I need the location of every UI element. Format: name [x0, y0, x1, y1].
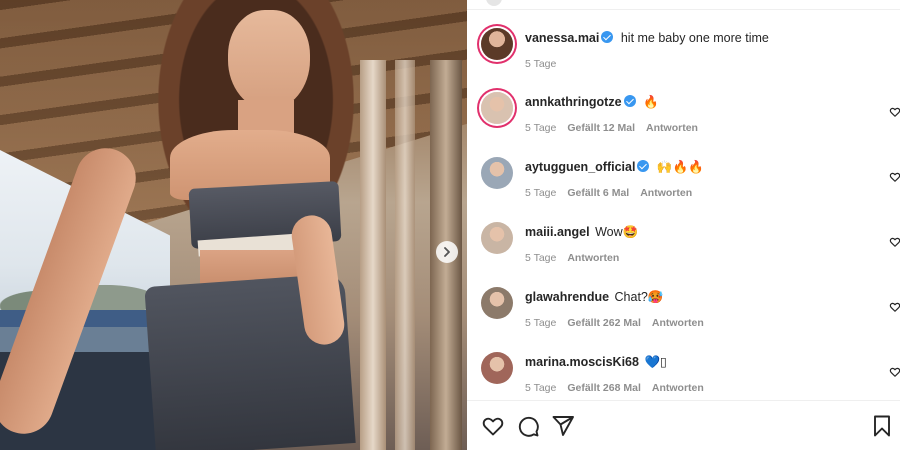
verified-badge-icon [601, 31, 614, 43]
comment-likes[interactable]: Gefällt 12 Mal [567, 122, 635, 134]
caption-time[interactable]: 5 Tage [525, 58, 556, 70]
pillar [395, 60, 415, 450]
avatar[interactable] [481, 222, 513, 254]
heart-icon[interactable] [889, 301, 900, 313]
comment-username[interactable]: annkathringotze [525, 95, 622, 109]
divider [467, 9, 900, 10]
header-avatar[interactable] [486, 0, 502, 6]
pillar [360, 60, 386, 450]
comment-text: 🙌🔥🔥 [656, 160, 704, 174]
comment-time[interactable]: 5 Tage [525, 382, 556, 394]
comment-username[interactable]: marina.moscisKi68 [525, 355, 639, 369]
reply-button[interactable]: Antworten [646, 122, 698, 134]
avatar-image [481, 352, 513, 384]
comment-text: Chat?🥵 [614, 290, 664, 304]
caption-text: hit me baby one more time [620, 31, 769, 45]
avatar[interactable] [481, 157, 513, 189]
avatar-image [481, 157, 513, 189]
avatar[interactable] [481, 352, 513, 384]
avatar-image [481, 287, 513, 319]
model-face [228, 10, 310, 110]
next-image-button[interactable] [436, 241, 458, 263]
bookmark-icon[interactable] [870, 414, 894, 438]
comment-time[interactable]: 5 Tage [525, 187, 556, 199]
avatar[interactable] [481, 287, 513, 319]
comment-username[interactable]: glawahrendue [525, 290, 609, 304]
comment-time[interactable]: 5 Tage [525, 122, 556, 134]
comments-panel: vanessa.mai hit me baby one more time 5 … [467, 0, 900, 450]
share-icon[interactable] [551, 414, 575, 438]
comment-text: Wow🤩 [595, 225, 639, 239]
reply-button[interactable]: Antworten [567, 252, 619, 264]
chevron-right-icon [444, 247, 450, 257]
avatar-image [481, 222, 513, 254]
verified-badge-icon [623, 95, 636, 107]
post-photo[interactable] [0, 0, 467, 450]
heart-icon[interactable] [889, 236, 900, 248]
comment-username[interactable]: aytugguen_official [525, 160, 635, 174]
avatar-image [481, 92, 513, 124]
heart-icon[interactable] [889, 171, 900, 183]
heart-icon[interactable] [481, 414, 505, 438]
comment-text: 💙▯ [644, 355, 667, 369]
comment-time[interactable]: 5 Tage [525, 317, 556, 329]
comment-username[interactable]: maiii.angel [525, 225, 590, 239]
heart-icon[interactable] [889, 366, 900, 378]
avatar[interactable] [481, 28, 513, 60]
heart-icon[interactable] [889, 106, 900, 118]
comment-likes[interactable]: Gefällt 6 Mal [567, 187, 629, 199]
comment-icon[interactable] [516, 414, 540, 438]
avatar[interactable] [481, 92, 513, 124]
action-bar [467, 400, 900, 450]
comment-text: 🔥 [643, 95, 659, 109]
comment-likes[interactable]: Gefällt 268 Mal [567, 382, 641, 394]
reply-button[interactable]: Antworten [640, 187, 692, 199]
comment-likes[interactable]: Gefällt 262 Mal [567, 317, 641, 329]
verified-badge-icon [637, 160, 650, 172]
reply-button[interactable]: Antworten [652, 382, 704, 394]
reply-button[interactable]: Antworten [652, 317, 704, 329]
comment-time[interactable]: 5 Tage [525, 252, 556, 264]
caption-username[interactable]: vanessa.mai [525, 31, 599, 45]
